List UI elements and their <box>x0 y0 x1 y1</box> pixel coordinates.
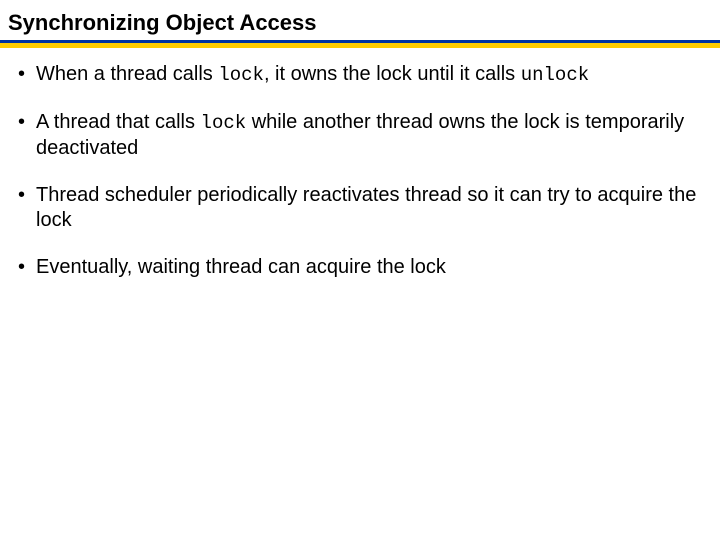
bullet-text: A thread that calls <box>36 111 201 133</box>
title-underline <box>0 40 720 48</box>
bullet-item: Eventually, waiting thread can acquire t… <box>14 255 706 280</box>
code-span: lock <box>218 64 264 86</box>
title-block: Synchronizing Object Access <box>0 0 720 36</box>
content-area: When a thread calls lock, it owns the lo… <box>0 48 720 280</box>
bullet-item: When a thread calls lock, it owns the lo… <box>14 62 706 88</box>
code-span: unlock <box>521 64 589 86</box>
slide-title: Synchronizing Object Access <box>8 10 712 36</box>
bullet-item: A thread that calls lock while another t… <box>14 110 706 161</box>
bullet-text: , it owns the lock until it calls <box>264 63 521 85</box>
bullet-text: Eventually, waiting thread can acquire t… <box>36 256 446 278</box>
bullet-text: When a thread calls <box>36 63 218 85</box>
bullet-text: Thread scheduler periodically reactivate… <box>36 184 696 231</box>
bullet-list: When a thread calls lock, it owns the lo… <box>14 62 706 280</box>
bullet-item: Thread scheduler periodically reactivate… <box>14 183 706 233</box>
slide: Synchronizing Object Access When a threa… <box>0 0 720 540</box>
code-span: lock <box>201 112 247 134</box>
